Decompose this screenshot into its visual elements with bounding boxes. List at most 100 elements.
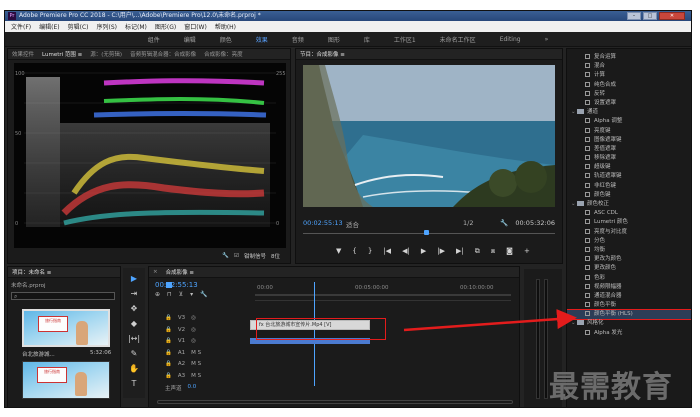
workspace-effects[interactable]: 效果 <box>256 35 268 44</box>
effect-item[interactable]: 视频限幅器 <box>567 283 691 292</box>
tab-lumetri-scopes[interactable]: Lumetri 范围 ≡ <box>42 50 82 58</box>
effect-item[interactable]: 混合 <box>567 62 691 71</box>
insert-sequence-icon[interactable]: ⊕ <box>155 291 160 298</box>
tab-program[interactable]: 节目：合成影像 ≡ <box>300 50 345 58</box>
mute-solo-toggle[interactable]: M S <box>191 361 201 367</box>
clip-thumbnail-2[interactable]: 旅行指南 <box>22 361 110 399</box>
timeline-playhead-handle[interactable] <box>166 282 172 288</box>
workspace-graphics[interactable]: 图形 <box>328 35 340 44</box>
add-marker-button[interactable]: ▼ <box>336 247 341 255</box>
effect-item[interactable]: 设置遮罩 <box>567 99 691 108</box>
effect-item[interactable]: 亮度与对比度 <box>567 228 691 237</box>
effect-item[interactable]: 超级键 <box>567 163 691 172</box>
workspace-assembly[interactable]: 组件 <box>148 35 160 44</box>
menu-edit[interactable]: 编辑(E) <box>39 22 59 31</box>
linked-selection-icon[interactable]: ⊻ <box>179 291 183 298</box>
workspace-audio[interactable]: 音频 <box>292 35 304 44</box>
menu-file[interactable]: 文件(F) <box>11 22 31 31</box>
close-sequence-icon[interactable]: × <box>153 269 158 275</box>
minimize-button[interactable]: – <box>627 12 641 20</box>
step-back-button[interactable]: ◀| <box>402 247 410 255</box>
timeline-horizontal-scrollbar[interactable] <box>157 400 513 404</box>
effect-item[interactable]: 纯色合成 <box>567 81 691 90</box>
program-playhead-marker[interactable] <box>424 230 429 235</box>
zoom-fit-select[interactable]: 适合 <box>346 219 359 229</box>
eye-icon[interactable]: ◎ <box>191 338 196 344</box>
effect-item[interactable]: 计算 <box>567 71 691 80</box>
lock-icon[interactable]: 🔒 <box>165 327 172 333</box>
eye-icon[interactable]: ◎ <box>191 327 196 333</box>
effect-item[interactable]: 图像遮罩键 <box>567 136 691 145</box>
snap-icon[interactable]: ⊓ <box>167 291 172 298</box>
wrench-icon[interactable]: 🔧 <box>222 253 229 259</box>
tab-source[interactable]: 源：(无剪辑) <box>90 50 122 58</box>
menu-marker[interactable]: 标记(M) <box>125 22 147 31</box>
effects-folder[interactable]: ⌄ 颜色校正 <box>567 200 691 209</box>
mute-solo-toggle[interactable]: M S <box>191 373 201 379</box>
effect-item[interactable]: 均衡 <box>567 246 691 255</box>
effect-item[interactable]: 亮度键 <box>567 127 691 136</box>
add-marker-icon[interactable]: ▾ <box>190 291 193 298</box>
effect-item[interactable]: Alpha 发光 <box>567 329 691 338</box>
slip-tool-icon[interactable]: |↔| <box>128 334 140 343</box>
timeline-settings-icon[interactable]: 🔧 <box>200 291 207 298</box>
clamp-checkbox[interactable]: ☑ <box>234 253 239 259</box>
effect-item[interactable]: 移除遮罩 <box>567 154 691 163</box>
lift-button[interactable]: ⧉ <box>475 247 480 256</box>
eye-icon[interactable]: ◎ <box>191 315 196 321</box>
lock-icon[interactable]: 🔒 <box>165 361 172 367</box>
type-tool-icon[interactable]: T <box>132 379 137 388</box>
effect-item[interactable]: 色彩 <box>567 274 691 283</box>
play-button[interactable]: ▶ <box>421 247 426 255</box>
effect-item[interactable]: 颜色平衡 (HLS) <box>567 309 691 321</box>
timeline-timecode[interactable]: 00:02:55:13 <box>155 281 198 289</box>
tab-sequence-luma[interactable]: 合成影像：亮度 <box>204 50 243 58</box>
workspace-libraries[interactable]: 库 <box>364 35 370 44</box>
mark-out-button[interactable]: } <box>368 247 372 255</box>
effect-item[interactable]: 颜色平衡 <box>567 301 691 310</box>
effect-item[interactable]: 轨道遮罩键 <box>567 172 691 181</box>
tab-project[interactable]: 项目：未命名 ≡ <box>12 268 51 276</box>
button-editor-button[interactable]: + <box>524 247 530 255</box>
lock-icon[interactable]: 🔒 <box>165 350 172 356</box>
effect-item[interactable]: 更改为颜色 <box>567 255 691 264</box>
effect-item[interactable]: 通道混合器 <box>567 292 691 301</box>
effect-item[interactable]: 分色 <box>567 237 691 246</box>
settings-wrench-icon[interactable]: 🔧 <box>500 219 508 227</box>
go-to-out-button[interactable]: ▶| <box>456 247 464 255</box>
master-volume-value[interactable]: 0.0 <box>188 384 197 392</box>
workspace-more-button[interactable]: » <box>545 36 549 43</box>
program-scrub-bar[interactable] <box>303 230 555 238</box>
extract-button[interactable]: ⧈ <box>491 247 495 256</box>
clip-thumbnail-1[interactable]: 旅行指南 <box>22 309 110 347</box>
mark-in-button[interactable]: { <box>352 247 356 255</box>
menu-sequence[interactable]: 序列(S) <box>97 22 118 31</box>
hand-tool-icon[interactable]: ✋ <box>129 364 139 373</box>
workspace-editing[interactable]: 编辑 <box>184 35 196 44</box>
ripple-edit-tool-icon[interactable]: ✥ <box>131 304 138 313</box>
menu-clip[interactable]: 剪辑(C) <box>68 22 89 31</box>
workspace-untitled[interactable]: 未命名工作区 <box>440 35 476 44</box>
lock-icon[interactable]: 🔒 <box>165 315 172 321</box>
mute-solo-toggle[interactable]: M S <box>191 350 201 356</box>
close-button[interactable]: ✕ <box>659 12 685 20</box>
effect-item[interactable]: ASC CDL <box>567 209 691 218</box>
effect-item[interactable]: 反转 <box>567 90 691 99</box>
tab-effect-controls[interactable]: 效果控件 <box>12 50 34 58</box>
resolution-select[interactable]: 1/2 <box>463 219 473 227</box>
track-select-tool-icon[interactable]: ⇥ <box>131 289 138 298</box>
maximize-button[interactable]: □ <box>643 12 657 20</box>
effect-item[interactable]: 颜色键 <box>567 191 691 200</box>
project-search-input[interactable]: ⌕ <box>11 292 115 300</box>
menu-graphics[interactable]: 图形(G) <box>155 22 176 31</box>
step-forward-button[interactable]: |▶ <box>437 247 445 255</box>
menu-window[interactable]: 窗口(W) <box>184 22 207 31</box>
menu-help[interactable]: 帮助(H) <box>215 22 236 31</box>
workspace-1[interactable]: 工作区1 <box>394 35 416 44</box>
lock-icon[interactable]: 🔒 <box>165 338 172 344</box>
effect-item[interactable]: Lumetri 颜色 <box>567 218 691 227</box>
program-playhead-timecode[interactable]: 00:02:55:13 <box>303 219 343 227</box>
effect-item[interactable]: 复合运算 <box>567 53 691 62</box>
export-frame-button[interactable]: ◙ <box>506 247 513 255</box>
workspace-editing-en[interactable]: Editing <box>500 36 521 43</box>
